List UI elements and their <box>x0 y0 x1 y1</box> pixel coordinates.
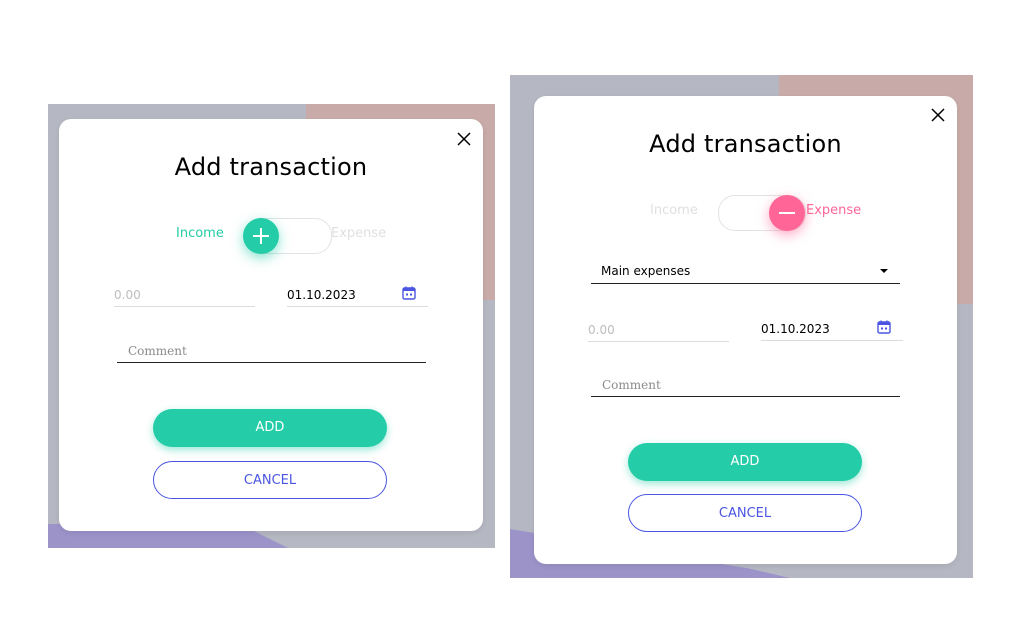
caret-down-icon[interactable] <box>880 269 888 273</box>
amount-input[interactable]: 0.00 <box>114 284 255 307</box>
add-transaction-modal-expense: Add transaction Income Expense Main expe… <box>534 96 957 564</box>
add-transaction-modal-income: Add transaction Income Expense 0.00 01.1… <box>59 119 483 531</box>
calendar-icon[interactable] <box>877 320 891 334</box>
amount-placeholder: 0.00 <box>114 288 141 302</box>
amount-input[interactable]: 0.00 <box>588 319 729 342</box>
cancel-button[interactable]: CANCEL <box>628 494 862 532</box>
income-expense-toggle[interactable]: Income Expense <box>59 215 483 255</box>
comment-input[interactable]: Comment <box>117 340 426 363</box>
modal-title: Add transaction <box>174 153 368 181</box>
category-value: Main expenses <box>601 264 691 278</box>
date-input[interactable]: 01.10.2023 <box>761 318 903 341</box>
comment-placeholder: Comment <box>128 344 187 358</box>
add-button[interactable]: ADD <box>628 443 862 481</box>
income-label[interactable]: Income <box>176 226 224 241</box>
expense-label[interactable]: Expense <box>331 226 386 241</box>
income-expense-toggle[interactable]: Income Expense <box>534 192 957 232</box>
category-select[interactable]: Main expenses <box>591 259 900 284</box>
toggle-knob[interactable] <box>243 218 279 254</box>
close-icon[interactable] <box>456 131 472 147</box>
date-value: 01.10.2023 <box>287 288 356 302</box>
comment-placeholder: Comment <box>602 378 661 392</box>
minus-icon <box>779 212 795 214</box>
date-input[interactable]: 01.10.2023 <box>287 284 428 307</box>
toggle-track[interactable] <box>243 218 332 254</box>
cancel-button[interactable]: CANCEL <box>153 461 387 499</box>
date-value: 01.10.2023 <box>761 322 830 336</box>
amount-placeholder: 0.00 <box>588 323 615 337</box>
modal-title: Add transaction <box>649 130 842 158</box>
add-button[interactable]: ADD <box>153 409 387 447</box>
close-icon[interactable] <box>930 107 946 123</box>
calendar-icon[interactable] <box>402 286 416 300</box>
comment-input[interactable]: Comment <box>591 374 900 397</box>
expense-label[interactable]: Expense <box>806 203 861 218</box>
plus-icon <box>253 228 269 244</box>
income-label[interactable]: Income <box>650 203 698 218</box>
toggle-track[interactable] <box>718 195 806 231</box>
toggle-knob[interactable] <box>769 195 805 231</box>
